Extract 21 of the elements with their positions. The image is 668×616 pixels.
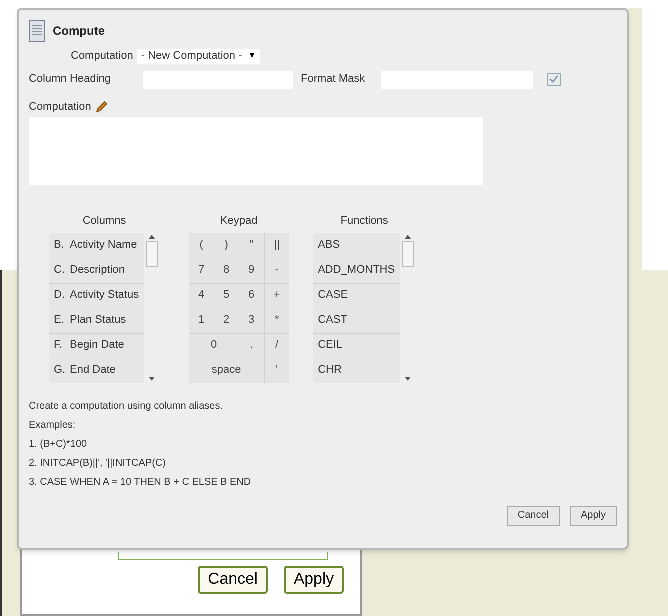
dialog-button[interactable]: Cancel (506, 506, 560, 526)
field-label: Computation (29, 100, 92, 114)
help-text: Create a computation using column aliases. (29, 400, 224, 414)
help-text: 2. INITCAP(B)||', '||INITCAP(C) (29, 456, 167, 470)
page-button[interactable]: Apply (284, 566, 344, 594)
section-heading: Columns (82, 214, 126, 229)
computation-select[interactable]: - New Computation - ▼ (137, 48, 260, 64)
help-text: Examples: (29, 418, 77, 432)
keypad-key[interactable]: + (264, 282, 290, 308)
field-label: Computation (71, 49, 134, 64)
page-button[interactable]: Cancel (198, 566, 268, 594)
section-heading: Functions (340, 214, 388, 229)
help-text: 1. (B+C)*100 (29, 438, 88, 452)
help-text: 3. CASE WHEN A = 10 THEN B + C ELSE B END (29, 476, 252, 490)
dialog-button[interactable]: Apply (570, 506, 617, 526)
field-label: Format Mask (301, 72, 366, 88)
dialog-title: Compute (53, 23, 105, 40)
dropdown-arrow-icon: ▼ (248, 50, 256, 62)
section-heading: Keypad (220, 214, 258, 229)
keypad-key[interactable]: / (264, 332, 290, 358)
field-label: Column Heading (29, 72, 112, 88)
